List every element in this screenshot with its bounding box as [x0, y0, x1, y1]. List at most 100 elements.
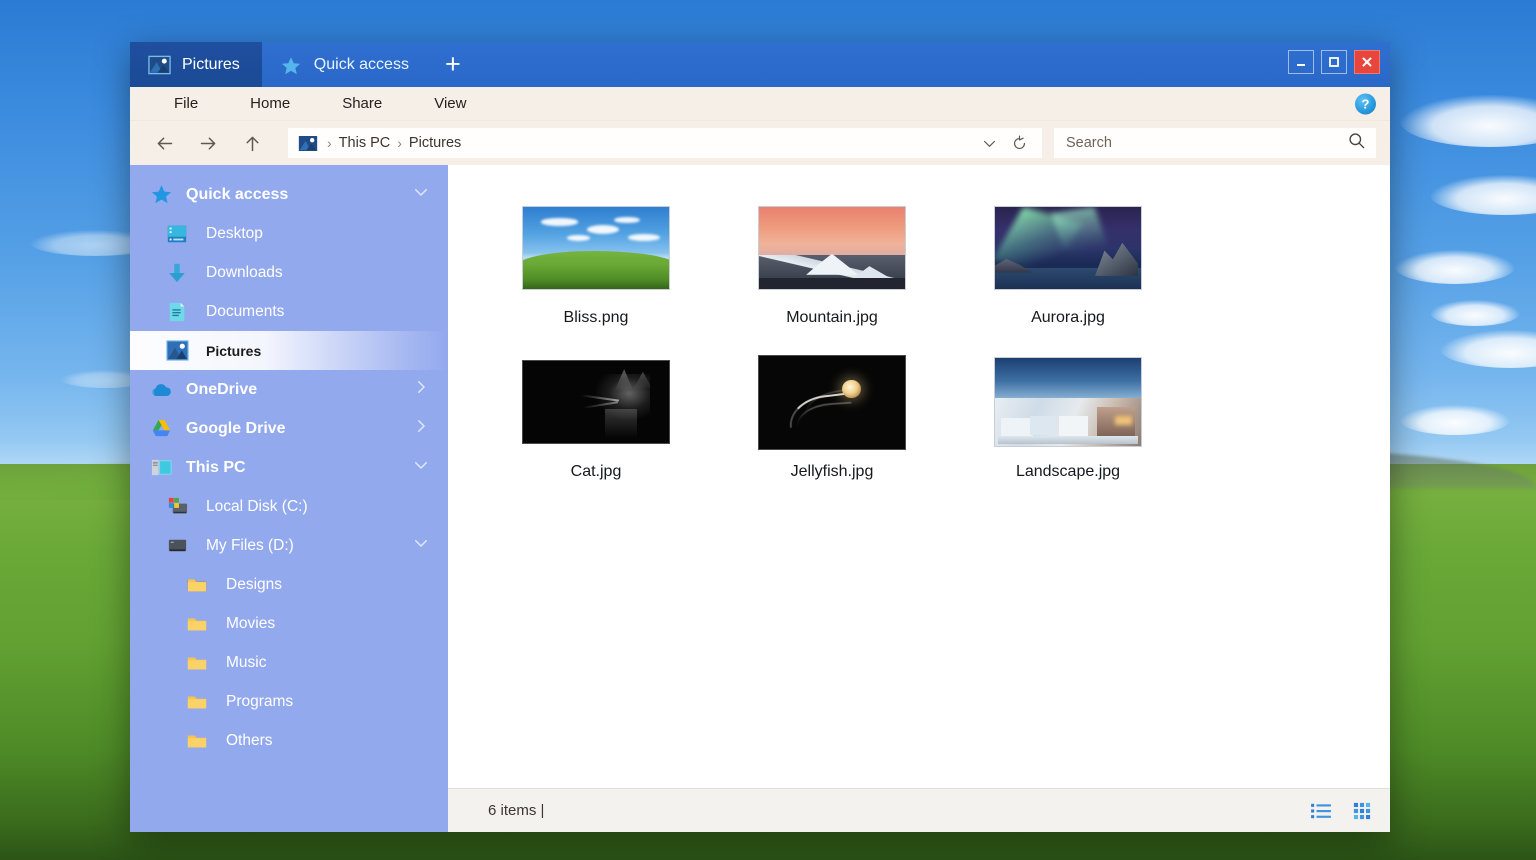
- refresh-icon[interactable]: [1004, 134, 1034, 152]
- up-button[interactable]: [230, 126, 274, 160]
- minimize-button[interactable]: [1288, 50, 1314, 74]
- search-box[interactable]: [1054, 128, 1376, 158]
- file-grid: Bliss.png Mountain.jpg Aurora.jpg Cat.jp…: [448, 165, 1390, 788]
- sidebar-item-downloads[interactable]: Downloads: [130, 253, 448, 292]
- sidebar-item-music[interactable]: Music: [130, 643, 448, 682]
- file-name: Aurora.jpg: [1031, 309, 1105, 326]
- tab-label: Quick access: [313, 55, 409, 73]
- sidebar-item-label: Pictures: [206, 342, 262, 359]
- computer-icon: [146, 455, 176, 481]
- thumbnail-jellyfish: [758, 354, 906, 450]
- sidebar-item-label: This PC: [186, 458, 246, 476]
- folder-icon: [182, 689, 212, 715]
- menu-share[interactable]: Share: [316, 95, 408, 112]
- chevron-down-icon[interactable]: [974, 135, 1004, 152]
- thumbnail-wrap: [758, 353, 906, 451]
- file-item[interactable]: Landscape.jpg: [950, 347, 1186, 491]
- file-item[interactable]: Mountain.jpg: [714, 193, 950, 337]
- chevron-right-icon[interactable]: [412, 378, 430, 401]
- sidebar-item-label: Downloads: [206, 263, 283, 281]
- menu-view[interactable]: View: [408, 95, 492, 112]
- sidebar-item-label: Music: [226, 653, 267, 671]
- file-name: Cat.jpg: [570, 463, 622, 480]
- desktop: Pictures Quick access + File Home Share …: [0, 0, 1536, 860]
- sidebar-item-pictures[interactable]: Pictures: [130, 331, 448, 370]
- back-button[interactable]: [142, 126, 186, 160]
- breadcrumb-separator: ›: [327, 135, 332, 151]
- file-explorer-window: Pictures Quick access + File Home Share …: [130, 42, 1390, 832]
- file-name: Bliss.png: [563, 309, 629, 326]
- sidebar-item-label: OneDrive: [186, 380, 258, 398]
- sidebar-item-quick-access[interactable]: Quick access: [130, 175, 448, 214]
- chevron-down-icon[interactable]: [412, 534, 430, 557]
- sidebar-item-label: Programs: [226, 692, 294, 710]
- sidebar-item-designs[interactable]: Designs: [130, 565, 448, 604]
- file-name: Landscape.jpg: [1015, 463, 1121, 480]
- status-bar: 6 items |: [448, 788, 1390, 832]
- navigation-sidebar: Quick access Desktop Downloads Documents…: [130, 165, 448, 832]
- folder-icon: [182, 728, 212, 754]
- chevron-down-icon[interactable]: [412, 456, 430, 479]
- desktop-icon: [162, 221, 192, 247]
- help-icon[interactable]: ?: [1355, 93, 1376, 114]
- tab-pictures[interactable]: Pictures: [130, 42, 262, 87]
- download-icon: [162, 260, 192, 286]
- grid-view-icon[interactable]: [1352, 802, 1372, 820]
- breadcrumb-separator: ›: [397, 135, 402, 151]
- sidebar-item-label: Documents: [206, 302, 285, 320]
- forward-button[interactable]: [186, 126, 230, 160]
- folder-icon: [182, 611, 212, 637]
- google-drive-icon: [146, 416, 176, 442]
- search-input[interactable]: [1066, 135, 1347, 151]
- cloud: [1395, 250, 1515, 284]
- cloud: [1400, 95, 1536, 147]
- tab-quick-access[interactable]: Quick access: [262, 42, 431, 87]
- sidebar-item-this-pc[interactable]: This PC: [130, 448, 448, 487]
- file-item[interactable]: Jellyfish.jpg: [714, 347, 950, 491]
- sidebar-item-local-disk-c[interactable]: Local Disk (C:): [130, 487, 448, 526]
- picture-icon: [148, 55, 171, 75]
- maximize-button[interactable]: [1321, 50, 1347, 74]
- close-button[interactable]: [1354, 50, 1380, 74]
- sidebar-item-label: Google Drive: [186, 419, 286, 437]
- sidebar-item-movies[interactable]: Movies: [130, 604, 448, 643]
- thumbnail-wrap: [994, 353, 1142, 451]
- menu-bar: File Home Share View ?: [130, 87, 1390, 121]
- file-item[interactable]: Cat.jpg: [478, 347, 714, 491]
- content-area: Bliss.png Mountain.jpg Aurora.jpg Cat.jp…: [448, 165, 1390, 832]
- sidebar-item-label: My Files (D:): [206, 536, 294, 554]
- sidebar-item-programs[interactable]: Programs: [130, 682, 448, 721]
- picture-icon: [298, 135, 318, 152]
- sidebar-item-label: Movies: [226, 614, 276, 632]
- menu-file[interactable]: File: [148, 95, 224, 112]
- address-bar[interactable]: › This PC › Pictures: [288, 128, 1042, 158]
- sidebar-item-label: Desktop: [206, 224, 263, 242]
- breadcrumb-this-pc[interactable]: This PC: [335, 135, 395, 151]
- menu-home[interactable]: Home: [224, 95, 316, 112]
- sidebar-item-my-files-d[interactable]: My Files (D:): [130, 526, 448, 565]
- folder-icon: [182, 572, 212, 598]
- thumbnail-wrap: [522, 353, 670, 451]
- sidebar-item-google-drive[interactable]: Google Drive: [130, 409, 448, 448]
- sidebar-item-documents[interactable]: Documents: [130, 292, 448, 331]
- cloud: [1430, 175, 1536, 215]
- tab-label: Pictures: [182, 55, 240, 73]
- sidebar-item-onedrive[interactable]: OneDrive: [130, 370, 448, 409]
- sidebar-item-desktop[interactable]: Desktop: [130, 214, 448, 253]
- sidebar-item-others[interactable]: Others: [130, 721, 448, 760]
- breadcrumb-pictures[interactable]: Pictures: [405, 135, 465, 151]
- sidebar-item-label: Others: [226, 731, 273, 749]
- search-icon[interactable]: [1347, 131, 1366, 155]
- star-icon: [146, 182, 176, 208]
- chevron-down-icon[interactable]: [412, 183, 430, 206]
- new-tab-button[interactable]: +: [431, 42, 475, 87]
- chevron-right-icon[interactable]: [412, 417, 430, 440]
- file-item[interactable]: Aurora.jpg: [950, 193, 1186, 337]
- picture-icon: [162, 338, 192, 364]
- navigation-bar: › This PC › Pictures: [130, 121, 1390, 165]
- list-view-icon[interactable]: [1310, 802, 1332, 820]
- thumbnail-aurora: [994, 206, 1142, 290]
- file-item[interactable]: Bliss.png: [478, 193, 714, 337]
- drive-icon: [162, 533, 192, 559]
- thumbnail-cat: [522, 360, 670, 444]
